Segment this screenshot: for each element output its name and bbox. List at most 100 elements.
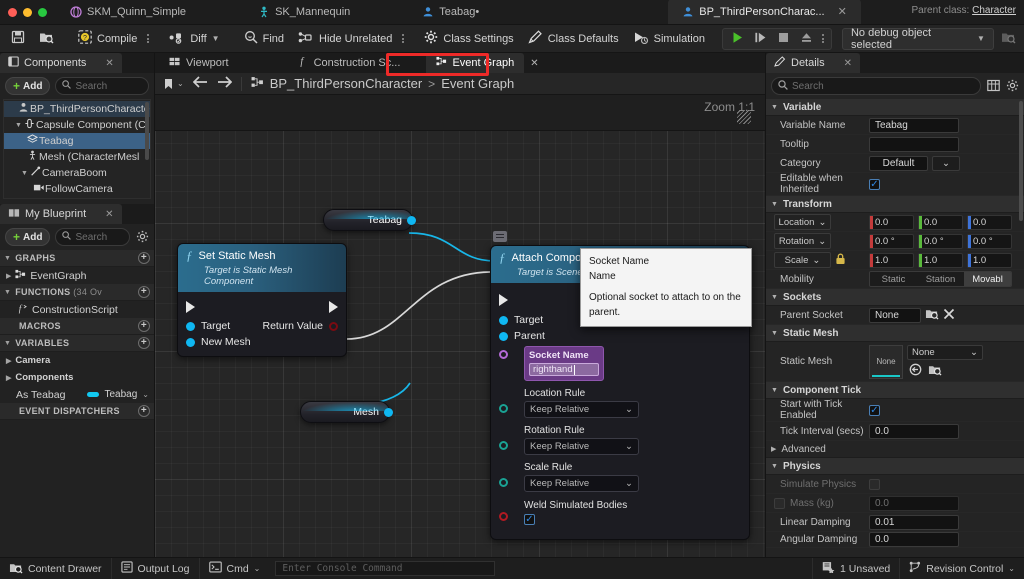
tick-interval-input[interactable]: 0.0 <box>869 423 959 439</box>
section-event-dispatchers[interactable]: EVENT DISPATCHERS + <box>0 403 154 420</box>
static-mesh-select[interactable]: None ⌄ <box>907 344 983 360</box>
save-button[interactable] <box>4 27 32 51</box>
mobility-movable-option[interactable]: Movabl <box>964 272 1011 286</box>
editable-when-inherited-checkbox[interactable]: ✓ <box>869 178 880 190</box>
close-icon[interactable]: ✕ <box>105 58 113 69</box>
pin-new-mesh[interactable]: New Mesh <box>186 336 251 348</box>
static-mesh-thumbnail[interactable]: None <box>869 344 903 379</box>
component-tree[interactable]: BP_ThirdPersonCharacter ▼ Capsule Compon… <box>3 99 151 199</box>
my-blueprint-item-as-teabag[interactable]: As Teabag Teabag ⌄ <box>0 386 154 403</box>
simulation-button[interactable]: Simulation <box>626 27 712 51</box>
output-pin[interactable] <box>407 215 416 225</box>
play-button[interactable] <box>727 27 748 51</box>
category-static-mesh[interactable]: ▼ Static Mesh <box>766 325 1024 342</box>
window-tab-teabag[interactable]: Teabag• <box>408 0 493 24</box>
rotation-y-input[interactable]: 0.0 ° <box>918 233 963 249</box>
add-function-button[interactable]: + <box>138 286 150 298</box>
scale-rule-select[interactable]: Keep Relative ⌄ <box>524 475 639 492</box>
lock-icon[interactable] <box>835 253 846 268</box>
window-tab-sk-mannequin[interactable]: SK_Mannequin <box>244 0 364 24</box>
find-button[interactable]: Find <box>237 27 291 51</box>
hide-unrelated-button[interactable]: Hide Unrelated <box>291 27 399 51</box>
tree-arrow[interactable]: ▼ <box>20 170 29 177</box>
input-pin[interactable] <box>499 404 508 413</box>
unsaved-button[interactable]: 1 Unsaved <box>812 557 901 579</box>
rotation-axis-dropdown[interactable]: Rotation ⌄ <box>774 233 831 249</box>
add-component-button[interactable]: + Add <box>5 77 51 95</box>
eject-button[interactable] <box>796 27 817 51</box>
my-blueprint-item-camera[interactable]: ▶ Camera <box>0 352 154 369</box>
compile-button[interactable]: ? Compile <box>71 27 144 51</box>
output-log-button[interactable]: Output Log <box>112 557 200 579</box>
weld-checkbox[interactable]: ✓ <box>524 514 535 525</box>
browse-asset-icon[interactable] <box>928 363 942 379</box>
my-blueprint-search-input[interactable]: Search <box>55 228 130 246</box>
close-icon[interactable]: ✕ <box>838 5 847 18</box>
details-search-input[interactable]: Search <box>771 77 981 95</box>
mass-override-checkbox[interactable] <box>774 497 785 509</box>
close-icon[interactable]: ✕ <box>844 58 852 69</box>
chevron-right-icon[interactable]: ▶ <box>6 272 11 280</box>
mobility-stationary-option[interactable]: Station <box>917 272 964 286</box>
node-set-static-mesh[interactable]: ƒ Set Static Mesh Target is Static Mesh … <box>177 243 347 357</box>
stop-button[interactable] <box>773 27 794 51</box>
revision-control-button[interactable]: Revision Control ⌄ <box>900 558 1024 579</box>
exec-in-pin[interactable] <box>499 293 508 306</box>
console-command-input[interactable]: Enter Console Command <box>275 561 496 576</box>
details-properties-list[interactable]: ▼ Variable Variable Name Teabag Tooltip … <box>766 99 1024 557</box>
simulate-physics-checkbox[interactable] <box>869 478 880 490</box>
content-drawer-button[interactable]: Content Drawer <box>0 557 112 579</box>
class-settings-button[interactable]: Class Settings <box>417 27 520 51</box>
breadcrumb-leaf[interactable]: Event Graph <box>441 76 514 91</box>
tab-construction-script[interactable]: f Construction Sc... <box>289 53 411 73</box>
tree-arrow[interactable]: ▼ <box>14 122 23 129</box>
tab-viewport[interactable]: Viewport <box>159 53 239 73</box>
add-event-dispatcher-button[interactable]: + <box>138 405 150 417</box>
debug-object-select[interactable]: No debug object selected ▼ <box>841 27 994 51</box>
location-rule-select[interactable]: Keep Relative ⌄ <box>524 401 639 418</box>
cmd-button[interactable]: Cmd ⌄ <box>200 558 270 579</box>
minimize-window-button[interactable] <box>23 8 32 17</box>
my-blueprint-item-constructionscript[interactable]: f ConstructionScript <box>0 301 154 318</box>
parent-class-link[interactable]: Character <box>972 5 1016 16</box>
scale-y-input[interactable]: 1.0 <box>918 252 963 268</box>
graph-resize-grip[interactable] <box>737 110 751 124</box>
scale-x-input[interactable]: 1.0 <box>869 252 914 268</box>
section-variables[interactable]: ▼ VARIABLES + <box>0 335 154 352</box>
close-icon[interactable]: ✕ <box>530 58 538 69</box>
category-physics[interactable]: ▼ Physics <box>766 458 1024 475</box>
pin-parent[interactable]: Parent <box>499 330 545 342</box>
details-scrollbar[interactable] <box>1019 101 1023 221</box>
angular-damping-input[interactable]: 0.0 <box>869 532 959 547</box>
input-pin[interactable] <box>499 331 508 341</box>
section-functions[interactable]: ▼ FUNCTIONS (34 Ov + <box>0 284 154 301</box>
tab-details[interactable]: Details ✕ <box>766 53 861 73</box>
pin-target[interactable]: Target <box>186 320 230 332</box>
chevron-right-icon[interactable]: ▶ <box>6 374 11 382</box>
start-with-tick-enabled-checkbox[interactable]: ✓ <box>869 404 880 416</box>
scale-z-input[interactable]: 1.0 <box>967 252 1012 268</box>
add-blueprint-item-button[interactable]: + Add <box>5 228 51 246</box>
compile-options-button[interactable] <box>144 33 152 45</box>
use-selected-asset-icon[interactable] <box>909 363 922 379</box>
hide-unrelated-options-button[interactable] <box>399 33 407 45</box>
tab-components[interactable]: Components ✕ <box>0 53 122 73</box>
components-search-input[interactable]: Search <box>55 77 149 95</box>
details-columns-button[interactable] <box>986 79 1000 93</box>
output-pin[interactable] <box>384 407 393 417</box>
linear-damping-input[interactable]: 0.01 <box>869 514 959 530</box>
section-graphs[interactable]: ▼ GRAPHS + <box>0 250 154 267</box>
debug-browse-button[interactable] <box>994 27 1023 51</box>
add-variable-button[interactable]: + <box>138 337 150 349</box>
window-controls[interactable] <box>8 8 47 17</box>
tree-item-mesh-charactermesh[interactable]: Mesh (CharacterMesl <box>4 149 150 165</box>
tree-item-cameraboom[interactable]: ▼ CameraBoom <box>4 165 150 181</box>
tree-scrollbar[interactable] <box>145 102 149 160</box>
input-pin[interactable] <box>186 337 195 347</box>
pin-return-value[interactable]: Return Value <box>262 320 338 332</box>
category-sockets[interactable]: ▼ Sockets <box>766 289 1024 306</box>
mobility-static-option[interactable]: Static <box>870 272 917 286</box>
tree-item-bp-thirdpersoncharacter[interactable]: BP_ThirdPersonCharacter <box>4 101 150 117</box>
section-macros[interactable]: MACROS + <box>0 318 154 335</box>
maximize-window-button[interactable] <box>38 8 47 17</box>
